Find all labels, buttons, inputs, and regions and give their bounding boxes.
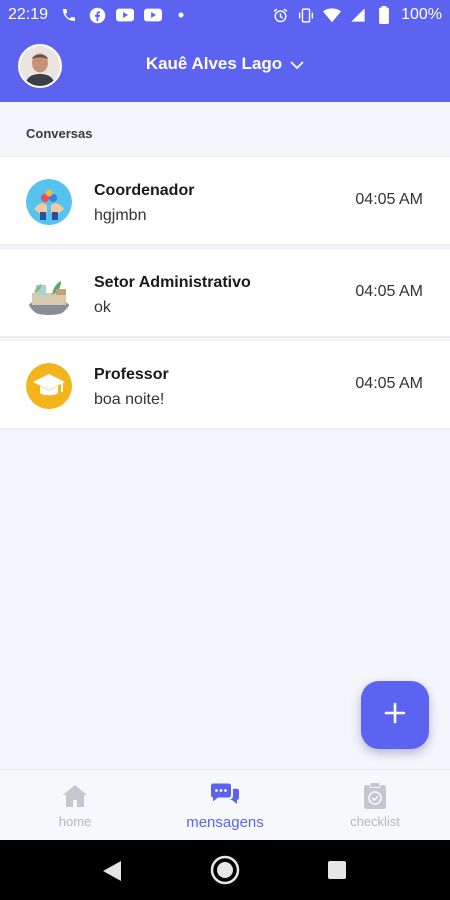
facebook-icon [88,6,106,24]
app-header: Kauê Alves Lago [0,30,450,102]
conversation-last-message: ok [94,299,111,316]
section-title: Conversas [26,126,93,141]
user-name: Kauê Alves Lago [145,54,283,73]
conversation-name: Setor Administrativo [94,274,251,291]
home-icon [62,782,88,810]
nav-checklist[interactable]: checklist [335,770,415,841]
office-icon [26,271,72,317]
graduation-cap-icon [26,363,72,409]
conversation-time: 04:05 AM [355,191,423,208]
nav-home[interactable]: home [40,770,110,841]
conversation-last-message: boa noite! [94,391,165,408]
nav-messages[interactable]: mensagens [175,770,275,841]
conversation-item[interactable]: Professor boa noite! 04:05 AM [0,340,450,430]
chat-bubbles-icon [209,782,241,810]
recents-icon[interactable] [327,860,347,885]
conversation-item[interactable]: Coordenador hgjmbn 04:05 AM [0,156,450,246]
nav-home-label: home [58,814,92,829]
home-circle-icon[interactable] [210,855,240,890]
battery-icon [375,6,393,24]
nav-messages-label: mensagens [186,814,264,831]
wifi-icon [323,6,342,24]
conversation-name: Coordenador [94,182,195,199]
user-switcher[interactable]: Kauê Alves Lago [0,54,450,75]
youtube-icon [116,6,135,24]
conversation-item[interactable]: Setor Administrativo ok 04:05 AM [0,248,450,338]
signal-icon [349,6,367,24]
conversation-time: 04:05 AM [355,283,423,300]
plus-icon [384,702,406,729]
conversation-time: 04:05 AM [355,375,423,392]
vibrate-icon [297,6,315,24]
status-time: 22:19 [8,6,49,23]
back-icon[interactable] [101,859,123,888]
clipboard-check-icon [363,782,387,810]
bottom-nav: home mensagens checklist [0,769,450,841]
phone-icon [60,6,78,24]
nav-checklist-label: checklist [350,814,400,829]
dot-icon [172,6,190,24]
battery-level: 100% [401,6,442,23]
alarm-icon [271,6,289,24]
system-nav-bar [0,840,450,900]
chevron-down-icon [290,55,304,75]
coordinator-icon [26,179,72,225]
status-bar: 22:19 100% [0,0,450,30]
conversation-list: Coordenador hgjmbn 04:05 AM Setor Admini… [0,156,450,432]
conversation-name: Professor [94,366,169,383]
conversation-last-message: hgjmbn [94,207,147,224]
new-conversation-button[interactable] [361,681,429,749]
youtube-icon [144,6,163,24]
